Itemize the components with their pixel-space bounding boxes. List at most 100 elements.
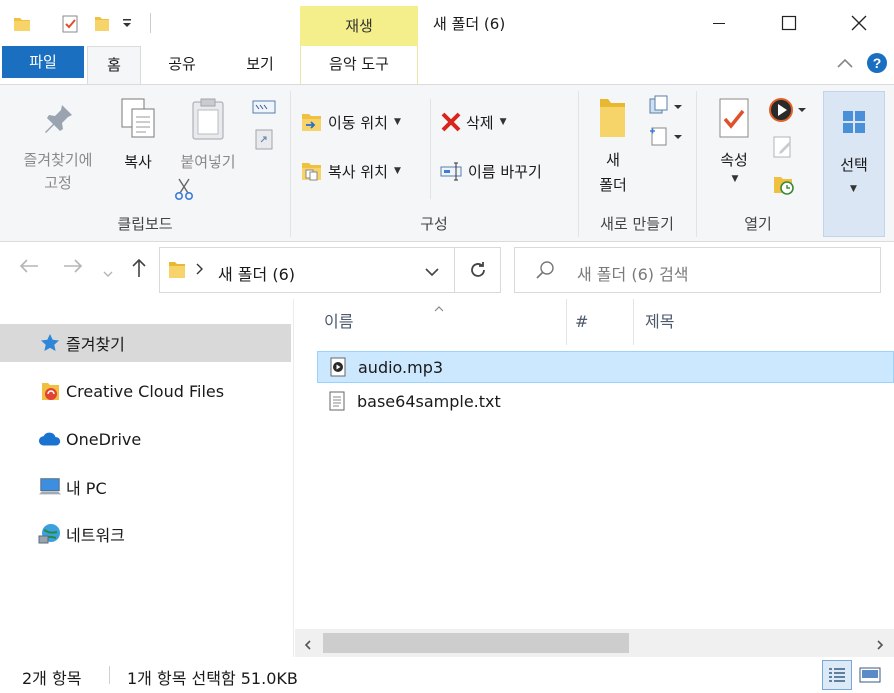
nav-item-creative-cloud[interactable]: Creative Cloud Files: [0, 372, 291, 410]
back-arrow-icon[interactable]: [18, 257, 40, 280]
nav-item-quick-access[interactable]: 즐겨찾기: [0, 324, 291, 362]
search-icon: [535, 260, 555, 284]
status-item-count: 2개 항목: [22, 669, 82, 688]
organize-inner-separator: [430, 99, 431, 199]
svg-text:?: ?: [873, 55, 882, 71]
maximize-button[interactable]: [754, 0, 824, 46]
paste-shortcut-icon[interactable]: [254, 127, 274, 155]
move-to-button[interactable]: 이동 위치 ▼: [300, 111, 401, 133]
nav-item-onedrive[interactable]: OneDrive: [0, 420, 291, 458]
copy-path-icon[interactable]: [252, 99, 276, 119]
scrollbar-thumb[interactable]: [323, 633, 629, 653]
window-title: 새 폴더 (6): [433, 15, 506, 33]
cut-icon[interactable]: [174, 177, 194, 205]
nav-item-this-pc[interactable]: 내 PC: [0, 468, 291, 506]
tab-share[interactable]: 공유: [150, 46, 214, 84]
status-selection: 1개 항목 선택함 51.0KB: [127, 669, 298, 688]
large-icons-view-button[interactable]: [855, 660, 885, 690]
delete-icon: [441, 112, 461, 132]
maximize-icon: [781, 15, 797, 31]
pin-to-quick-access-button[interactable]: 즐겨찾기에 고정: [10, 101, 106, 193]
collapse-ribbon-icon[interactable]: [836, 56, 854, 74]
details-view-button[interactable]: [822, 660, 852, 690]
address-history-chevron-icon[interactable]: [424, 264, 440, 282]
group-label-open: 열기: [744, 215, 772, 233]
paste-label: 붙여넣기: [180, 153, 236, 171]
network-icon: [38, 522, 62, 546]
refresh-button[interactable]: [455, 247, 501, 293]
address-bar[interactable]: 새 폴더 (6): [159, 247, 455, 293]
nav-item-label: Creative Cloud Files: [66, 381, 225, 401]
pin-label-line2: 고정: [44, 174, 72, 192]
dropdown-caret-icon: ▼: [850, 184, 857, 194]
navigation-pane: 즐겨찾기 Creative Cloud Files OneDrive 내 PC …: [0, 299, 294, 657]
column-header-number[interactable]: #: [561, 299, 633, 345]
new-item-icon[interactable]: [648, 95, 686, 121]
tab-music-tools[interactable]: 음악 도구: [300, 46, 418, 84]
up-arrow-icon[interactable]: [130, 257, 148, 284]
qat-dropdown-icon[interactable]: [120, 16, 140, 36]
close-button[interactable]: [824, 0, 894, 46]
search-placeholder: 새 폴더 (6) 검색: [577, 265, 689, 284]
qat-separator: [150, 13, 151, 33]
context-tab-group-play: 재생: [300, 6, 418, 46]
properties-icon: [719, 98, 749, 138]
minimize-button[interactable]: [684, 0, 754, 46]
copy-to-icon: [302, 163, 321, 181]
help-icon[interactable]: ?: [866, 52, 888, 78]
scroll-left-icon[interactable]: [303, 637, 313, 655]
new-folder-label-line2: 폴더: [599, 176, 627, 194]
new-folder-icon[interactable]: [92, 14, 112, 34]
properties-button[interactable]: 속성 ▼: [706, 97, 762, 184]
delete-label: 삭제: [466, 113, 494, 132]
onedrive-icon: [38, 427, 62, 451]
move-to-icon: [302, 114, 321, 131]
column-header-title[interactable]: 제목: [631, 299, 891, 345]
folder-icon: [168, 260, 186, 284]
paste-icon: [192, 98, 224, 140]
group-label-organize: 구성: [420, 215, 448, 233]
nav-item-label: OneDrive: [66, 429, 142, 449]
folder-icon[interactable]: [12, 14, 32, 34]
file-row[interactable]: base64sample.txt: [317, 385, 894, 417]
copy-button[interactable]: 복사: [112, 97, 164, 172]
file-list: 이름 # 제목 audio.mp3 base64sample.txt: [305, 299, 894, 629]
recent-locations-chevron-icon[interactable]: [102, 263, 114, 284]
select-button[interactable]: 선택 ▼: [823, 91, 885, 237]
breadcrumb-chevron-icon[interactable]: [194, 262, 204, 280]
new-folder-button[interactable]: 새 폴더: [588, 97, 638, 195]
column-header-name[interactable]: 이름: [310, 299, 566, 345]
edit-icon[interactable]: [772, 135, 794, 163]
nav-item-label: 내 PC: [66, 479, 107, 498]
nav-item-label: 네트워크: [66, 526, 125, 545]
open-media-icon[interactable]: [768, 97, 808, 127]
ribbon-tabs: 파일 홈 공유 보기 음악 도구 ?: [0, 46, 894, 85]
search-box[interactable]: 새 폴더 (6) 검색: [514, 247, 881, 293]
close-icon: [851, 15, 867, 31]
file-row[interactable]: audio.mp3: [317, 351, 894, 383]
rename-button[interactable]: 이름 바꾸기: [440, 160, 542, 182]
breadcrumb-current-folder[interactable]: 새 폴더 (6): [218, 261, 295, 285]
new-folder-icon: [600, 99, 625, 137]
properties-label: 속성: [720, 151, 748, 169]
audio-file-icon: [328, 356, 348, 378]
history-icon[interactable]: [772, 173, 796, 201]
tab-file[interactable]: 파일: [2, 46, 84, 78]
rename-icon: [440, 162, 462, 181]
rename-label: 이름 바꾸기: [468, 162, 542, 181]
forward-arrow-icon[interactable]: [62, 257, 84, 280]
dropdown-caret-icon: ▼: [499, 117, 507, 127]
tab-home[interactable]: 홈: [87, 46, 141, 85]
copy-to-button[interactable]: 복사 위치 ▼: [300, 160, 401, 182]
dropdown-caret-icon: ▼: [393, 117, 401, 127]
delete-button[interactable]: 삭제 ▼: [440, 111, 507, 133]
paste-button[interactable]: 붙여넣기: [170, 97, 246, 172]
easy-access-icon[interactable]: [648, 125, 686, 151]
select-grid-icon: [842, 110, 866, 138]
properties-icon[interactable]: [60, 14, 80, 34]
horizontal-scrollbar[interactable]: [295, 629, 894, 657]
tab-view[interactable]: 보기: [228, 46, 292, 84]
pin-icon: [45, 105, 72, 133]
nav-item-network[interactable]: 네트워크: [0, 515, 291, 553]
scroll-right-icon[interactable]: [875, 637, 885, 655]
